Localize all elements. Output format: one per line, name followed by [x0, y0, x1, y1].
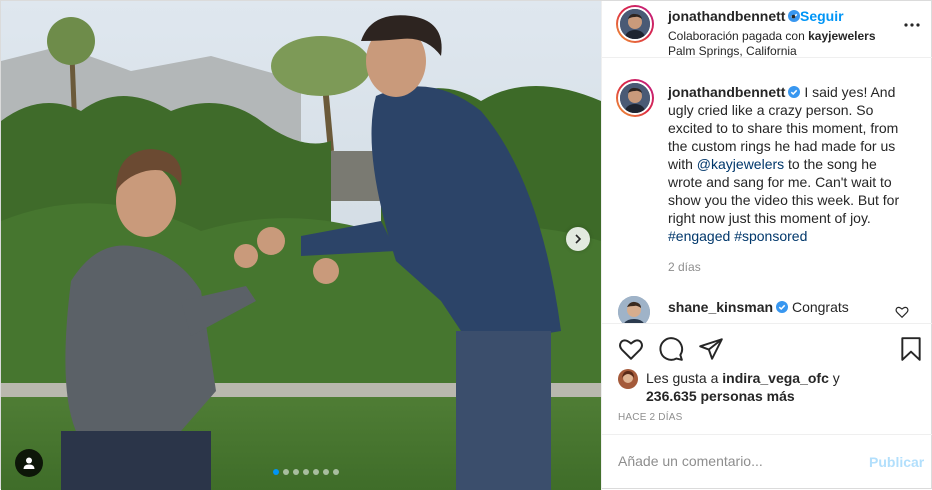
likes-text: Les gusta a indira_vega_ofc y [646, 369, 840, 387]
avatar [618, 7, 652, 41]
verified-badge-icon [776, 301, 789, 313]
paid-partnership-prefix: Colaboración pagada con [668, 29, 809, 43]
hashtag-link-engaged[interactable]: #engaged [668, 228, 730, 244]
caption-avatar [618, 81, 652, 115]
carousel-dot-active [273, 469, 279, 475]
likes-suffix: y [828, 370, 840, 386]
publish-button[interactable]: Publicar [869, 454, 924, 470]
caption-avatar-ring[interactable] [616, 79, 654, 117]
post-author-username[interactable]: jonathandbennett [668, 8, 801, 24]
carousel-next-button[interactable] [566, 227, 590, 251]
tagged-users-button[interactable] [15, 449, 43, 477]
paid-partnership-label: Colaboración pagada con kayjewelers [668, 29, 876, 43]
username-link[interactable]: jonathandbennett [668, 8, 785, 24]
bookmark-icon[interactable] [898, 336, 924, 362]
commenter-photo [618, 296, 650, 323]
follow-button[interactable]: Seguir [800, 8, 844, 24]
post-header: jonathandbennett • Seguir Colaboración p… [602, 1, 932, 58]
user-icon [23, 457, 35, 469]
mention-link[interactable]: @kayjewelers [697, 156, 784, 172]
caption-timestamp[interactable]: 2 días [668, 260, 701, 274]
separator-dot: • [791, 8, 796, 24]
add-comment-form: Publicar [602, 434, 932, 490]
commenter-username[interactable]: shane_kinsman [668, 299, 773, 315]
likes-prefix: Les gusta a [646, 370, 723, 386]
liker-username[interactable]: indira_vega_ofc [722, 370, 829, 386]
post-timestamp[interactable]: HACE 2 DÍAS [618, 412, 682, 423]
comment: shane_kinsman Congrats [668, 299, 849, 315]
verified-badge-icon [788, 86, 801, 98]
instagram-post: jonathandbennett • Seguir Colaboración p… [0, 0, 932, 490]
chevron-right-icon [575, 234, 582, 244]
carousel-dot [283, 469, 289, 475]
comment-text: Congrats [791, 299, 849, 315]
liker-avatar[interactable] [618, 369, 638, 389]
profile-photo [620, 9, 650, 39]
caption-username[interactable]: jonathandbennett [668, 84, 785, 100]
carousel-dot [313, 469, 319, 475]
carousel-dot [333, 469, 339, 475]
profile-photo [620, 83, 650, 113]
comment-icon[interactable] [658, 336, 684, 362]
liker-photo [618, 369, 638, 389]
carousel-dot [323, 469, 329, 475]
post-caption: jonathandbennett I said yes! And ugly cr… [668, 83, 913, 245]
carousel-dot [293, 469, 299, 475]
carousel-dot [303, 469, 309, 475]
carousel-indicator [273, 469, 339, 475]
post-sidebar: jonathandbennett • Seguir Colaboración p… [601, 1, 932, 490]
action-bar [602, 323, 932, 369]
comments-section: jonathandbennett I said yes! And ugly cr… [602, 59, 932, 323]
heart-icon[interactable] [618, 336, 644, 362]
more-horizontal-icon[interactable] [902, 15, 922, 35]
send-icon[interactable] [698, 336, 724, 362]
post-photo[interactable] [1, 1, 601, 490]
commenter-avatar[interactable] [618, 296, 650, 323]
avatar-story-ring[interactable] [616, 5, 654, 43]
hashtag-link-sponsored[interactable]: #sponsored [734, 228, 807, 244]
location-link[interactable]: Palm Springs, California [668, 44, 797, 58]
partner-link[interactable]: kayjewelers [808, 29, 875, 43]
comment-like-heart-icon[interactable] [895, 305, 909, 319]
comment-input[interactable] [618, 453, 858, 469]
likes-count-link[interactable]: 236.635 personas más [646, 387, 795, 405]
proposal-photo [1, 1, 601, 490]
